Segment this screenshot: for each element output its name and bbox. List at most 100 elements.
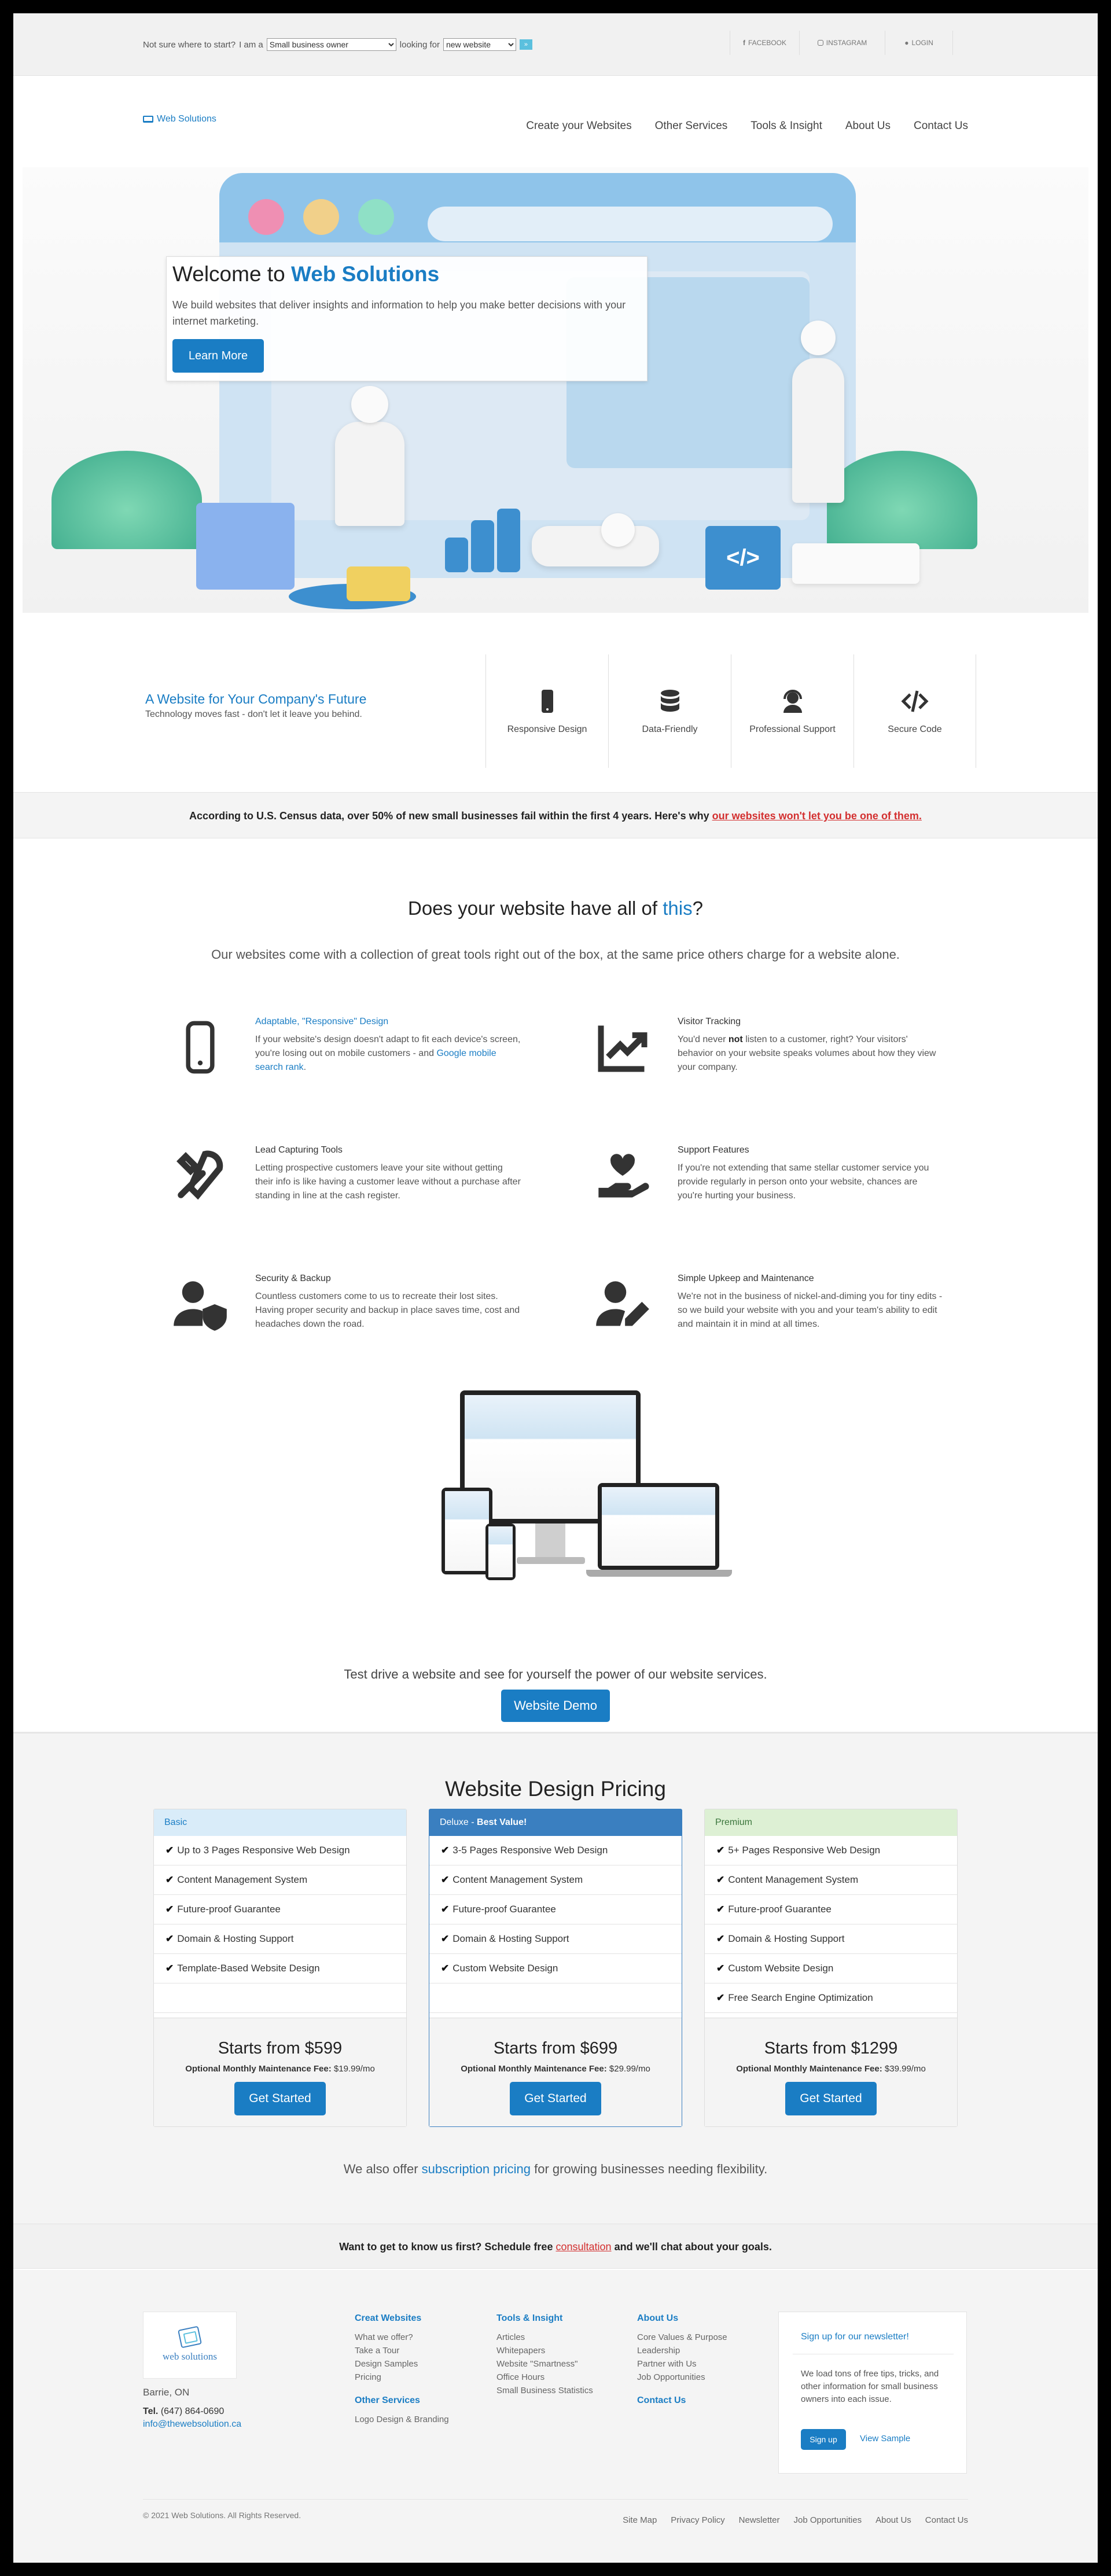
- footer-link[interactable]: Design Samples: [355, 2357, 449, 2371]
- feature-data[interactable]: Data-Friendly: [608, 654, 731, 768]
- footer-col-tools: Tools & Insight Articles Whitepapers Web…: [496, 2313, 593, 2397]
- feature-responsive[interactable]: Responsive Design: [485, 654, 608, 768]
- check-icon: ✔: [716, 1845, 725, 1856]
- footer-email[interactable]: info@thewebsolution.ca: [143, 2419, 241, 2430]
- plan-feature: ✔ 5+ Pages Responsive Web Design: [705, 1836, 957, 1865]
- footer-link[interactable]: Partner with Us: [637, 2357, 727, 2371]
- consultation-link[interactable]: consultation: [556, 2241, 611, 2253]
- footer-newsletter-link[interactable]: Newsletter: [739, 2515, 780, 2525]
- plan-feature: ✔ Custom Website Design: [705, 1954, 957, 1983]
- footer-link[interactable]: Logo Design & Branding: [355, 2413, 449, 2426]
- logo-mark-icon: [178, 2325, 202, 2349]
- get-started-button[interactable]: Get Started: [234, 2082, 326, 2115]
- footer: web solutions Barrie, ON Tel. (647) 864-…: [13, 2270, 1098, 2563]
- need-select[interactable]: new website: [443, 38, 516, 51]
- go-button[interactable]: »: [519, 39, 532, 50]
- footer-nav: Site Map Privacy Policy Newsletter Job O…: [623, 2515, 968, 2525]
- plan-footer: Starts from $699 Optional Monthly Mainte…: [429, 2018, 682, 2126]
- footer-link[interactable]: Take a Tour: [355, 2344, 449, 2357]
- plan-maintenance: Optional Monthly Maintenance Fee: $29.99…: [461, 2064, 650, 2074]
- footer-col-title[interactable]: Tools & Insight: [496, 2313, 593, 2324]
- footer-logo[interactable]: web solutions: [143, 2312, 237, 2379]
- tools-subtitle: Our websites come with a collection of g…: [211, 947, 900, 962]
- census-text: According to U.S. Census data, over 50% …: [189, 810, 709, 822]
- census-banner: According to U.S. Census data, over 50% …: [13, 792, 1098, 838]
- tool-tracking: Visitor Tracking You'd never not listen …: [585, 1015, 955, 1108]
- footer-col-title[interactable]: Creat Websites: [355, 2313, 449, 2324]
- this-link[interactable]: this: [663, 897, 692, 919]
- newsletter-signup-button[interactable]: Sign up: [801, 2429, 846, 2450]
- login-link[interactable]: ● LOGIN: [885, 31, 953, 55]
- view-sample-link[interactable]: View Sample: [860, 2434, 910, 2443]
- check-icon: ✔: [165, 1963, 174, 1974]
- tools-title: Does your website have all of this?: [408, 897, 703, 919]
- instagram-icon: [817, 40, 823, 46]
- learn-more-button[interactable]: Learn More: [172, 339, 264, 373]
- plant-illustration: [827, 451, 977, 549]
- tool-title: Security & Backup: [255, 1274, 331, 1283]
- plan-feature: ✔ Future-proof Guarantee: [154, 1895, 406, 1924]
- check-icon: ✔: [441, 1963, 450, 1974]
- role-select[interactable]: Small business owner: [266, 38, 396, 51]
- website-demo-button[interactable]: Website Demo: [501, 1690, 610, 1722]
- subscription-note: We also offer subscription pricing for g…: [343, 2162, 768, 2176]
- footer-link[interactable]: Core Values & Purpose: [637, 2331, 727, 2344]
- footer-link[interactable]: Small Business Statistics: [496, 2384, 593, 2397]
- footer-privacy-link[interactable]: Privacy Policy: [671, 2515, 724, 2525]
- nav-contact-us[interactable]: Contact Us: [914, 120, 968, 133]
- instagram-label: INSTAGRAM: [826, 39, 867, 47]
- tool-responsive: Adaptable, "Responsive" Design If your w…: [163, 1015, 533, 1108]
- get-started-button[interactable]: Get Started: [785, 2082, 877, 2115]
- plan-feature: ✔ Content Management System: [429, 1865, 682, 1895]
- footer-link[interactable]: Office Hours: [496, 2371, 593, 2384]
- prompt-start: Not sure where to start?: [143, 39, 236, 50]
- footer-sitemap-link[interactable]: Site Map: [623, 2515, 657, 2525]
- feature-secure[interactable]: Secure Code: [854, 654, 976, 768]
- newsletter-title: Sign up for our newsletter!: [801, 2332, 909, 2342]
- check-icon: ✔: [716, 1963, 725, 1974]
- footer-link[interactable]: What we offer?: [355, 2331, 449, 2344]
- chart-line-icon: [598, 1025, 648, 1072]
- footer-col-title[interactable]: Other Services: [355, 2395, 449, 2406]
- subscription-pricing-link[interactable]: subscription pricing: [422, 2162, 531, 2176]
- nav-about-us[interactable]: About Us: [845, 120, 891, 133]
- footer-link[interactable]: Website "Smartness": [496, 2357, 593, 2371]
- tools-icon: [176, 1150, 223, 1200]
- code-icon: [901, 690, 929, 712]
- feature-support[interactable]: Professional Support: [731, 654, 854, 768]
- nav-create-websites[interactable]: Create your Websites: [526, 120, 631, 133]
- chart-block-illustration: [196, 503, 295, 590]
- footer-contact-link[interactable]: Contact Us: [925, 2515, 968, 2525]
- check-icon: ✔: [441, 1874, 450, 1885]
- strip-subtitle: Technology moves fast - don't let it lea…: [145, 709, 362, 719]
- footer-link[interactable]: Whitepapers: [496, 2344, 593, 2357]
- footer-link[interactable]: Leadership: [637, 2344, 727, 2357]
- footer-logo-text: web solutions: [163, 2351, 217, 2362]
- census-link[interactable]: our websites won't let you be one of the…: [712, 810, 922, 822]
- footer-link[interactable]: Pricing: [355, 2371, 449, 2384]
- plan-feature-empty: [154, 1983, 406, 2013]
- plan-price: Starts from $599: [218, 2039, 343, 2058]
- footer-city: Barrie, ON: [143, 2387, 190, 2398]
- plan-maintenance: Optional Monthly Maintenance Fee: $39.99…: [736, 2064, 926, 2074]
- footer-jobs-link[interactable]: Job Opportunities: [794, 2515, 862, 2525]
- nav-tools-insight[interactable]: Tools & Insight: [751, 120, 822, 133]
- get-started-button[interactable]: Get Started: [510, 2082, 601, 2115]
- top-bar: Not sure where to start? I am a Small bu…: [13, 13, 1098, 76]
- footer-about-link[interactable]: About Us: [875, 2515, 911, 2525]
- footer-link[interactable]: Articles: [496, 2331, 593, 2344]
- footer-col-title[interactable]: About Us: [637, 2313, 727, 2324]
- instagram-link[interactable]: INSTAGRAM: [799, 31, 885, 55]
- hero-title: Welcome to Web Solutions: [172, 262, 440, 286]
- footer-col-title[interactable]: Contact Us: [637, 2395, 727, 2406]
- footer-link[interactable]: Job Opportunities: [637, 2371, 727, 2384]
- nav-other-services[interactable]: Other Services: [655, 120, 728, 133]
- best-value-badge: Best Value!: [477, 1817, 527, 1827]
- plan-name: Premium: [705, 1809, 957, 1836]
- hero-text: We build websites that deliver insights …: [172, 299, 626, 327]
- consultation-banner: Want to get to know us first? Schedule f…: [13, 2224, 1098, 2269]
- logo-text: Web Solutions: [157, 114, 216, 124]
- site-logo[interactable]: Web Solutions: [143, 114, 216, 124]
- facebook-link[interactable]: f FACEBOOK: [730, 31, 799, 55]
- plant-illustration: [51, 451, 202, 549]
